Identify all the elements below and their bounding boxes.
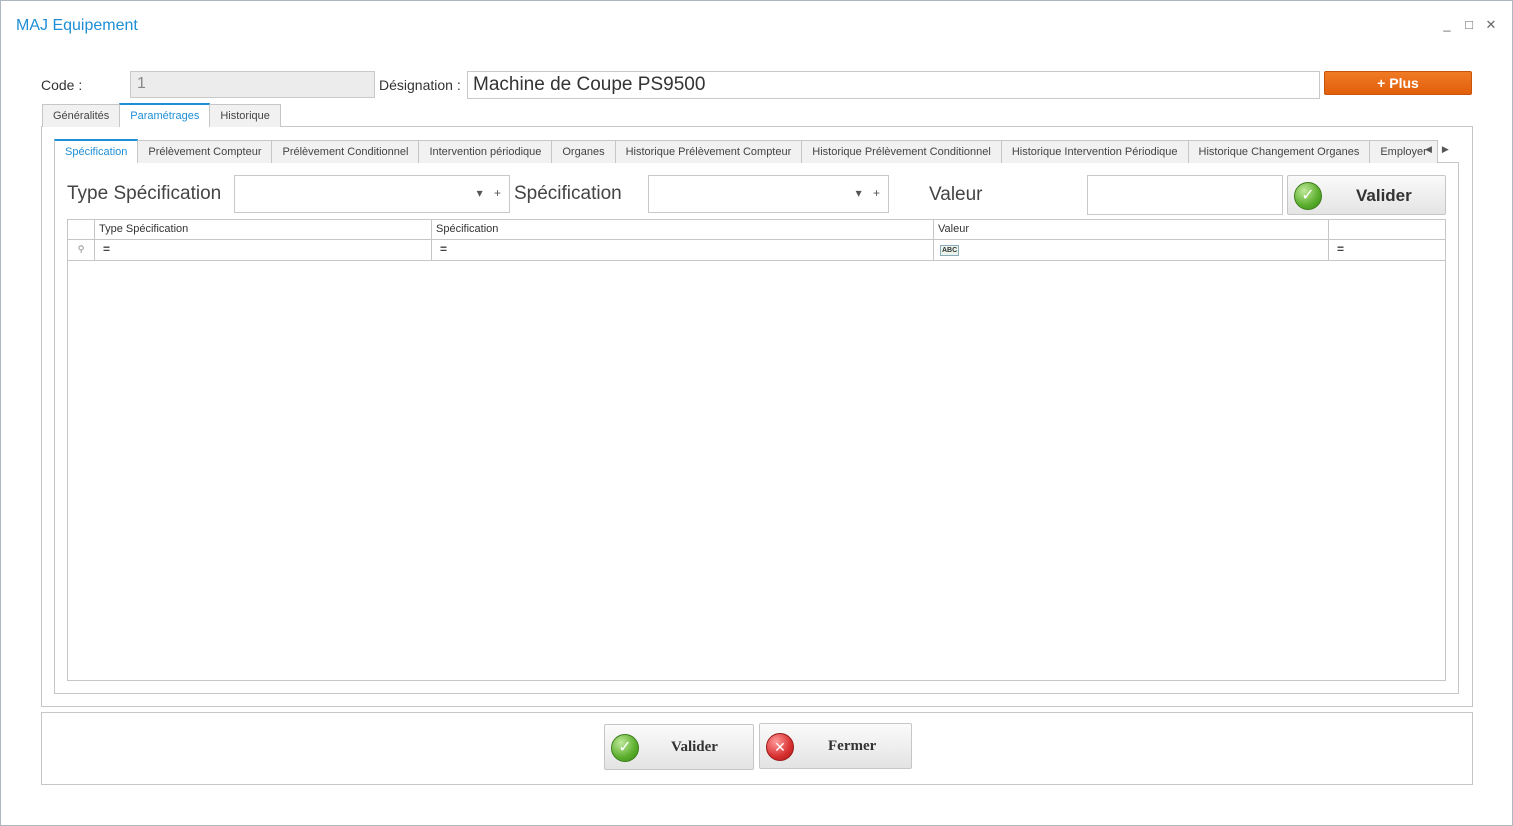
tab-generalites[interactable]: Généralités bbox=[42, 104, 121, 127]
footer-panel bbox=[41, 712, 1473, 785]
fermer-button[interactable]: Fermer bbox=[759, 723, 912, 769]
tab-intervention-periodique[interactable]: Intervention périodique bbox=[418, 140, 553, 163]
column-header-specification[interactable]: Spécification bbox=[432, 220, 934, 239]
tab-historique[interactable]: Historique bbox=[209, 104, 281, 127]
maximize-icon[interactable]: □ bbox=[1463, 17, 1475, 33]
column-header-valeur[interactable]: Valeur bbox=[934, 220, 1329, 239]
filter-extra[interactable]: = bbox=[1329, 240, 1445, 260]
tab-historique-prelevement-compteur[interactable]: Historique Prélèvement Compteur bbox=[614, 140, 803, 163]
scroll-left-icon[interactable]: ◀ bbox=[1425, 144, 1432, 155]
window-controls: _ □ ✕ bbox=[1441, 17, 1497, 33]
column-header-extra[interactable] bbox=[1329, 220, 1445, 239]
tab-scroll-buttons: ◀ ▶ bbox=[1425, 144, 1449, 155]
close-icon[interactable]: ✕ bbox=[1485, 17, 1497, 33]
type-specification-combo[interactable]: ▾ + bbox=[234, 175, 510, 213]
dropdown-add-icon[interactable]: ▾ + bbox=[856, 186, 884, 200]
valider-spec-button[interactable]: Valider bbox=[1287, 175, 1446, 215]
close-circle-icon bbox=[766, 733, 794, 761]
tab-organes[interactable]: Organes bbox=[551, 140, 616, 163]
designation-label: Désignation : bbox=[379, 77, 461, 93]
window-title: MAJ Equipement bbox=[16, 17, 138, 34]
specification-label: Spécification bbox=[514, 183, 622, 204]
tab-specification[interactable]: Spécification bbox=[54, 139, 139, 163]
sub-tab-bar: Spécification Prélèvement Compteur Prélè… bbox=[54, 139, 1438, 163]
column-header-type-specification[interactable]: Type Spécification bbox=[95, 220, 432, 239]
filter-type-specification[interactable]: = bbox=[95, 240, 432, 260]
tab-historique-changement-organes[interactable]: Historique Changement Organes bbox=[1187, 140, 1371, 163]
designation-field[interactable]: Machine de Coupe PS9500 bbox=[467, 71, 1320, 99]
specification-grid: Type Spécification Spécification Valeur … bbox=[67, 219, 1446, 681]
type-specification-label: Type Spécification bbox=[67, 183, 222, 204]
valeur-field[interactable] bbox=[1087, 175, 1283, 215]
grid-filter-row: ⚲ = = ABC = bbox=[68, 240, 1445, 261]
text-filter-icon: ABC bbox=[940, 245, 960, 256]
tab-parametrages[interactable]: Paramétrages bbox=[119, 103, 211, 127]
grid-corner bbox=[68, 220, 95, 239]
tab-historique-intervention-periodique[interactable]: Historique Intervention Périodique bbox=[1000, 140, 1189, 163]
tab-prelevement-conditionnel[interactable]: Prélèvement Conditionnel bbox=[271, 140, 420, 163]
grid-header-row: Type Spécification Spécification Valeur bbox=[68, 220, 1445, 240]
minimize-icon[interactable]: _ bbox=[1441, 17, 1453, 33]
pin-icon: ⚲ bbox=[68, 240, 95, 260]
check-icon bbox=[611, 734, 639, 762]
code-label: Code : bbox=[41, 77, 83, 93]
scroll-right-icon[interactable]: ▶ bbox=[1442, 144, 1449, 155]
filter-valeur[interactable]: ABC bbox=[934, 240, 1329, 260]
valider-button[interactable]: Valider bbox=[604, 724, 754, 770]
code-field[interactable]: 1 bbox=[130, 71, 375, 98]
valider-button-label: Valider bbox=[671, 739, 718, 755]
filter-specification[interactable]: = bbox=[432, 240, 934, 260]
tab-prelevement-compteur[interactable]: Prélèvement Compteur bbox=[137, 140, 273, 163]
main-tab-bar: Généralités Paramétrages Historique bbox=[42, 103, 281, 127]
valider-spec-label: Valider bbox=[1356, 186, 1412, 205]
plus-button[interactable]: + Plus bbox=[1324, 71, 1472, 95]
dropdown-add-icon[interactable]: ▾ + bbox=[477, 186, 505, 200]
specification-combo[interactable]: ▾ + bbox=[648, 175, 889, 213]
fermer-button-label: Fermer bbox=[828, 738, 877, 754]
valeur-label: Valeur bbox=[929, 184, 983, 205]
tab-historique-prelevement-conditionnel[interactable]: Historique Prélèvement Conditionnel bbox=[801, 140, 1002, 163]
check-icon bbox=[1294, 182, 1322, 210]
